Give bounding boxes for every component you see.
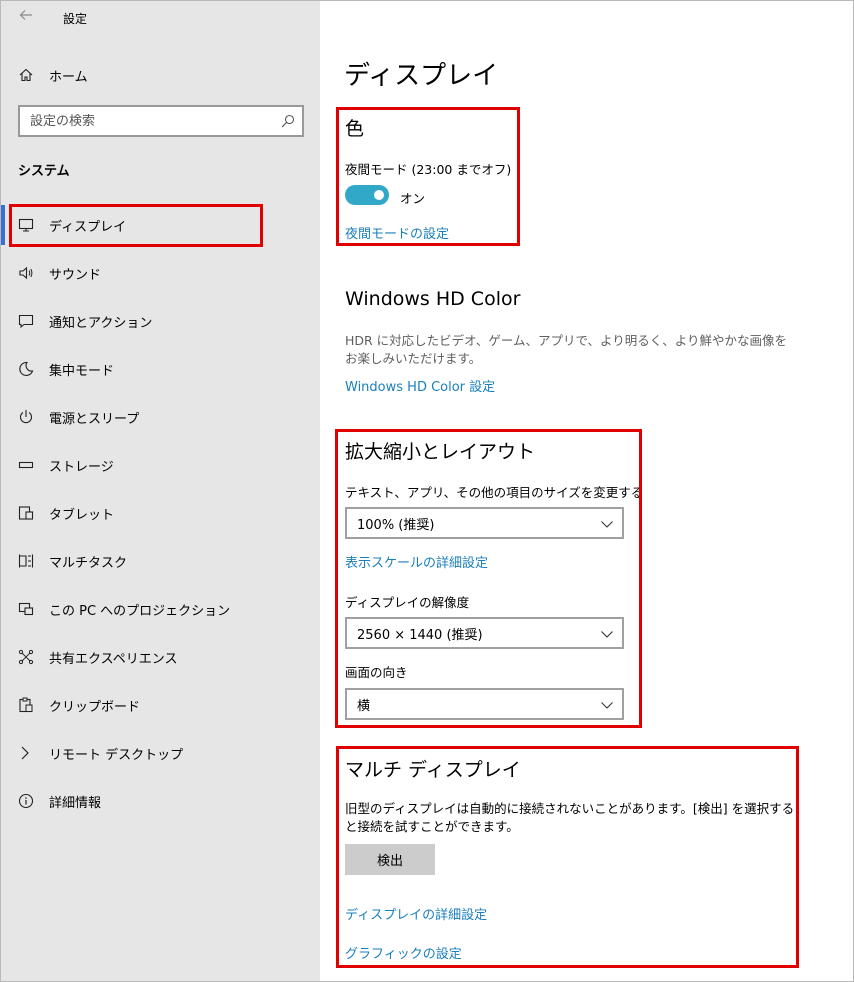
- monitor-icon: [17, 216, 35, 234]
- sidebar-item-notifications[interactable]: 通知とアクション: [1, 301, 320, 341]
- sidebar-item-shared-experiences[interactable]: 共有エクスペリエンス: [1, 637, 320, 677]
- sidebar-item-label: ディスプレイ: [49, 219, 127, 235]
- chevron-down-icon: [601, 631, 613, 638]
- sidebar-item-label: サウンド: [49, 267, 102, 283]
- search-box[interactable]: [18, 105, 304, 137]
- sidebar: 設定 ホーム システム ディスプレイ サウンド 通知とアクション: [1, 1, 320, 981]
- size-dropdown[interactable]: 100% (推奨): [345, 507, 624, 539]
- orientation-dropdown[interactable]: 横: [345, 688, 624, 720]
- speaker-icon: [17, 264, 35, 282]
- section-title: システム: [18, 164, 70, 179]
- sidebar-item-about[interactable]: 詳細情報: [1, 781, 320, 821]
- share-icon: [17, 648, 35, 666]
- scale-heading: 拡大縮小とレイアウト: [345, 441, 536, 463]
- hdr-heading: Windows HD Color: [345, 288, 521, 310]
- orientation-value: 横: [357, 698, 371, 714]
- advanced-scale-link[interactable]: 表示スケールの詳細設定: [345, 552, 488, 571]
- sidebar-item-label: マルチタスク: [49, 555, 128, 571]
- night-mode-label: 夜間モード (23:00 までオフ): [345, 162, 512, 177]
- graphics-settings-link[interactable]: グラフィックの設定: [345, 943, 462, 962]
- sidebar-item-label: 詳細情報: [49, 795, 102, 811]
- multi-display-heading: マルチ ディスプレイ: [345, 759, 521, 781]
- color-heading: 色: [345, 118, 365, 140]
- home-icon: [17, 66, 35, 84]
- chevron-down-icon: [601, 521, 613, 528]
- night-mode-settings-link[interactable]: 夜間モードの設定: [345, 223, 449, 242]
- sidebar-item-sound[interactable]: サウンド: [1, 253, 320, 293]
- sidebar-item-label: この PC へのプロジェクション: [49, 603, 231, 619]
- sidebar-item-label: 電源とスリープ: [49, 411, 140, 427]
- size-value: 100% (推奨): [357, 517, 435, 533]
- orientation-label: 画面の向き: [345, 665, 408, 680]
- multitask-icon: [17, 552, 35, 570]
- main-content: ディスプレイ 色 夜間モード (23:00 までオフ) オン 夜間モードの設定 …: [320, 1, 853, 981]
- night-mode-toggle[interactable]: [345, 185, 389, 205]
- advanced-display-link[interactable]: ディスプレイの詳細設定: [345, 904, 487, 923]
- active-marker: [1, 205, 5, 245]
- page-title: ディスプレイ: [344, 61, 499, 91]
- highlight-box-scale: [335, 429, 642, 728]
- sidebar-item-display[interactable]: ディスプレイ: [1, 205, 320, 245]
- search-input[interactable]: [20, 113, 270, 129]
- tablet-icon: [17, 504, 35, 522]
- power-icon: [17, 408, 35, 426]
- sidebar-item-multitask[interactable]: マルチタスク: [1, 541, 320, 581]
- info-icon: [17, 792, 35, 810]
- sidebar-item-storage[interactable]: ストレージ: [1, 445, 320, 485]
- back-arrow-icon[interactable]: [15, 7, 37, 27]
- notification-icon: [17, 312, 35, 330]
- moon-icon: [17, 360, 35, 378]
- sidebar-item-focus[interactable]: 集中モード: [1, 349, 320, 389]
- resolution-value: 2560 × 1440 (推奨): [357, 627, 483, 643]
- hdr-description: HDR に対応したビデオ、ゲーム、アプリで、より明るく、より鮮やかな画像をお楽し…: [345, 333, 788, 366]
- size-label: テキスト、アプリ、その他の項目のサイズを変更する: [345, 485, 644, 500]
- chevron-down-icon: [601, 702, 613, 709]
- sidebar-item-label: タブレット: [49, 507, 115, 523]
- sidebar-item-label: ストレージ: [49, 459, 114, 475]
- sidebar-item-clipboard[interactable]: クリップボード: [1, 685, 320, 725]
- toggle-state-text: オン: [400, 191, 426, 206]
- multi-display-description: 旧型のディスプレイは自動的に接続されないことがあります。[検出] を選択すると接…: [345, 801, 795, 834]
- detect-button[interactable]: 検出: [345, 844, 435, 875]
- sidebar-item-label: 通知とアクション: [49, 315, 153, 331]
- remote-icon: [17, 744, 35, 762]
- sidebar-item-label: リモート デスクトップ: [49, 747, 184, 763]
- projection-icon: [17, 600, 35, 618]
- hdr-settings-link[interactable]: Windows HD Color 設定: [345, 376, 495, 395]
- storage-icon: [17, 456, 35, 474]
- resolution-label: ディスプレイの解像度: [345, 595, 470, 610]
- sidebar-item-power[interactable]: 電源とスリープ: [1, 397, 320, 437]
- sidebar-item-home[interactable]: ホーム: [1, 55, 320, 95]
- app-title: 設定: [63, 12, 88, 26]
- sidebar-item-label: 共有エクスペリエンス: [49, 651, 178, 667]
- sidebar-item-label: クリップボード: [49, 699, 141, 715]
- toggle-knob: [374, 190, 384, 200]
- sidebar-item-remote-desktop[interactable]: リモート デスクトップ: [1, 733, 320, 773]
- resolution-dropdown[interactable]: 2560 × 1440 (推奨): [345, 617, 624, 649]
- sidebar-item-projection[interactable]: この PC へのプロジェクション: [1, 589, 320, 629]
- sidebar-item-label: ホーム: [49, 69, 88, 85]
- sidebar-item-label: 集中モード: [49, 363, 115, 379]
- clipboard-icon: [17, 696, 35, 714]
- sidebar-item-tablet[interactable]: タブレット: [1, 493, 320, 533]
- search-icon[interactable]: [280, 113, 296, 129]
